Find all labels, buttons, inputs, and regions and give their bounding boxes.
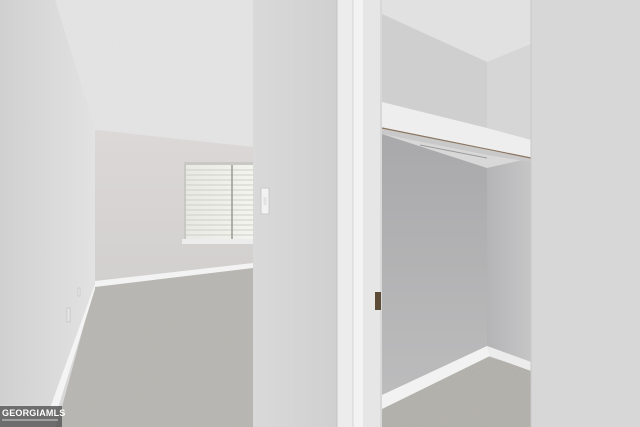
- watermark-logo: GEORGIAMLS: [0, 406, 65, 427]
- window-blinds: [182, 162, 253, 244]
- door-frame: [336, 0, 382, 427]
- closet-side-wall: [487, 158, 531, 362]
- watermark-text: GEORGIAMLS: [2, 408, 66, 418]
- watermark-subline: [2, 419, 58, 421]
- wall-outlet-left: [66, 307, 71, 323]
- room-illustration: [0, 0, 640, 427]
- wall-outlet-left-small: [77, 287, 81, 297]
- door-hinge: [375, 292, 381, 310]
- right-wall: [531, 0, 640, 427]
- room-photo: GEORGIAMLS: [0, 0, 640, 427]
